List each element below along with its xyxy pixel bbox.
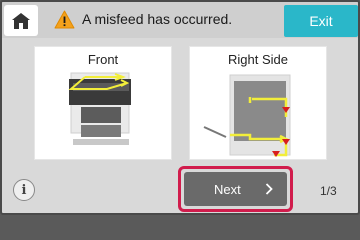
next-button[interactable]: Next: [184, 172, 287, 206]
chevron-right-icon: [265, 183, 273, 195]
exit-button[interactable]: Exit: [284, 5, 358, 37]
home-icon: [12, 12, 30, 29]
front-view-panel: Front: [34, 46, 172, 160]
next-button-label: Next: [214, 182, 241, 197]
warning-icon: [54, 10, 75, 29]
info-button[interactable]: i: [13, 179, 35, 201]
home-button[interactable]: [4, 5, 38, 36]
printer-right-side-diagram: [203, 74, 291, 157]
printer-front-diagram: [68, 72, 131, 145]
misfeed-message: A misfeed has occurred.: [82, 11, 233, 27]
header-bar: A misfeed has occurred. Exit: [2, 2, 358, 38]
misfeed-dialog: A misfeed has occurred. Exit Front Right…: [0, 0, 360, 215]
right-side-view-panel: Right Side: [189, 46, 327, 160]
info-icon: i: [21, 182, 27, 198]
page-indicator: 1/3: [320, 184, 337, 198]
